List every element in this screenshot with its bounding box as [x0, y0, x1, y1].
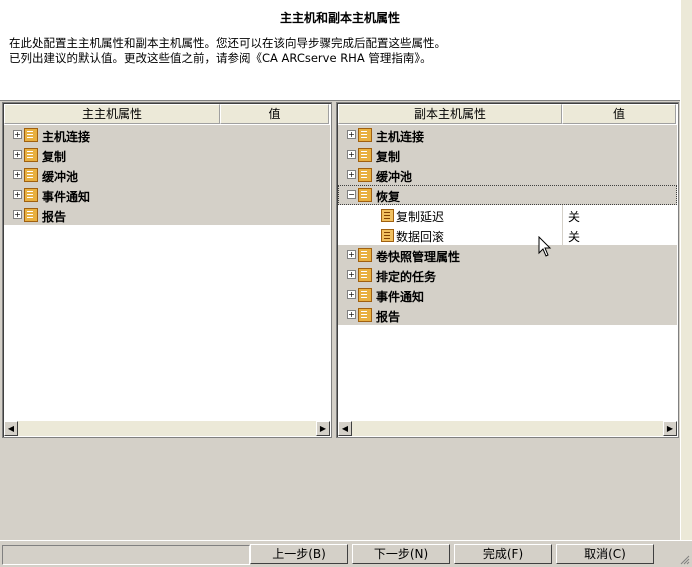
property-item-icon [381, 229, 394, 242]
page-title: 主主机和副本主机属性 [279, 11, 400, 25]
status-bar [2, 545, 250, 565]
property-group-icon [24, 208, 38, 222]
tree-node-label: 主机连接 [376, 130, 425, 144]
tree-node-label: 报告 [42, 210, 67, 224]
column-divider [562, 205, 563, 225]
tree-node-label: 缓冲池 [42, 170, 79, 184]
next-button[interactable]: 下一步(N) [352, 544, 450, 564]
horizontal-scrollbar[interactable]: ◀ ▶ [338, 421, 677, 436]
tree-node-label: 事件通知 [376, 290, 425, 304]
scroll-left-arrow-icon[interactable]: ◀ [4, 421, 18, 436]
property-row-replication-delay[interactable]: 复制延迟 关 [338, 205, 677, 225]
expand-icon[interactable]: + [347, 150, 356, 159]
property-group-icon [24, 168, 38, 182]
back-button[interactable]: 上一步(B) [250, 544, 348, 564]
tree-node-recovery[interactable]: − 恢复 [338, 185, 677, 205]
replica-property-tree: + 主机连接 + 复制 + 缓冲池 − 恢复 复制延迟 关 数据回滚 关 + 卷… [338, 125, 677, 325]
property-group-icon [358, 168, 372, 182]
property-name: 数据回滚 [396, 230, 445, 244]
horizontal-scrollbar[interactable]: ◀ ▶ [4, 421, 330, 436]
wizard-footer: 上一步(B) 下一步(N) 完成(F) 取消(C) [0, 540, 692, 567]
tree-node-replication[interactable]: + 复制 [4, 145, 330, 165]
tree-node-host-connection[interactable]: + 主机连接 [338, 125, 677, 145]
tree-node-reports[interactable]: + 报告 [4, 205, 330, 225]
page-description: 在此处配置主主机属性和副本主机属性。您还可以在该向导步骤完成后配置这些属性。 已… [9, 36, 446, 66]
expand-icon[interactable]: + [347, 290, 356, 299]
wizard-header: 主主机和副本主机属性 在此处配置主主机属性和副本主机属性。您还可以在该向导步骤完… [0, 0, 680, 101]
tree-node-event-notification[interactable]: + 事件通知 [338, 285, 677, 305]
expand-icon[interactable]: + [347, 310, 356, 319]
master-property-column-header[interactable]: 主主机属性 [4, 104, 220, 124]
property-group-icon [358, 268, 372, 282]
replica-properties-pane[interactable]: 副本主机属性 值 + 主机连接 + 复制 + 缓冲池 − 恢复 复制延迟 关 数… [336, 102, 679, 438]
property-group-icon [358, 288, 372, 302]
tree-node-event-notification[interactable]: + 事件通知 [4, 185, 330, 205]
property-group-icon [358, 128, 372, 142]
description-line-1: 在此处配置主主机属性和副本主机属性。您还可以在该向导步骤完成后配置这些属性。 [9, 36, 446, 50]
property-group-icon [358, 148, 372, 162]
property-group-icon [358, 308, 372, 322]
column-divider [562, 225, 563, 245]
tree-node-label: 主机连接 [42, 130, 91, 144]
tree-node-scheduled-tasks[interactable]: + 排定的任务 [338, 265, 677, 285]
finish-button[interactable]: 完成(F) [454, 544, 552, 564]
tree-node-label: 排定的任务 [376, 270, 437, 284]
expand-icon[interactable]: + [13, 170, 22, 179]
tree-node-label: 恢复 [376, 190, 401, 204]
property-name: 复制延迟 [396, 210, 445, 224]
expand-icon[interactable]: + [347, 130, 356, 139]
property-group-icon [24, 128, 38, 142]
tree-node-label: 缓冲池 [376, 170, 413, 184]
master-properties-pane[interactable]: 主主机属性 值 + 主机连接 + 复制 + 缓冲池 + 事件通知 + 报告 ◀ [2, 102, 332, 438]
property-value[interactable]: 关 [568, 208, 580, 225]
tree-node-host-connection[interactable]: + 主机连接 [4, 125, 330, 145]
tree-node-label: 复制 [376, 150, 401, 164]
expand-icon[interactable]: + [347, 250, 356, 259]
mouse-cursor-icon [538, 236, 552, 257]
property-group-icon [24, 148, 38, 162]
tree-node-volume-snapshot[interactable]: + 卷快照管理属性 [338, 245, 677, 265]
scroll-right-arrow-icon[interactable]: ▶ [316, 421, 330, 436]
window-edge [680, 0, 692, 540]
replica-value-column-header[interactable]: 值 [562, 104, 676, 124]
tree-node-replication[interactable]: + 复制 [338, 145, 677, 165]
property-value[interactable]: 关 [568, 228, 580, 245]
property-group-icon [358, 188, 372, 202]
tree-node-reports[interactable]: + 报告 [338, 305, 677, 325]
scroll-left-arrow-icon[interactable]: ◀ [338, 421, 352, 436]
expand-icon[interactable]: + [347, 270, 356, 279]
scroll-right-arrow-icon[interactable]: ▶ [663, 421, 677, 436]
resize-grip-icon[interactable] [678, 553, 690, 565]
expand-icon[interactable]: + [13, 130, 22, 139]
property-row-data-rewind[interactable]: 数据回滚 关 [338, 225, 677, 245]
description-line-2: 已列出建议的默认值。更改这些值之前，请参阅《CA ARCserve RHA 管理… [9, 51, 432, 65]
tree-node-label: 事件通知 [42, 190, 91, 204]
property-group-icon [24, 188, 38, 202]
master-value-column-header[interactable]: 值 [220, 104, 329, 124]
expand-icon[interactable]: + [13, 190, 22, 199]
expand-icon[interactable]: + [13, 150, 22, 159]
replica-property-column-header[interactable]: 副本主机属性 [338, 104, 562, 124]
collapse-icon[interactable]: − [347, 190, 356, 199]
tree-node-label: 报告 [376, 310, 401, 324]
tree-node-spool[interactable]: + 缓冲池 [338, 165, 677, 185]
expand-icon[interactable]: + [13, 210, 22, 219]
master-property-tree: + 主机连接 + 复制 + 缓冲池 + 事件通知 + 报告 [4, 125, 330, 225]
cancel-button[interactable]: 取消(C) [556, 544, 654, 564]
tree-node-label: 卷快照管理属性 [376, 250, 461, 264]
tree-node-label: 复制 [42, 150, 67, 164]
property-group-icon [358, 248, 372, 262]
property-item-icon [381, 209, 394, 222]
expand-icon[interactable]: + [347, 170, 356, 179]
tree-node-spool[interactable]: + 缓冲池 [4, 165, 330, 185]
